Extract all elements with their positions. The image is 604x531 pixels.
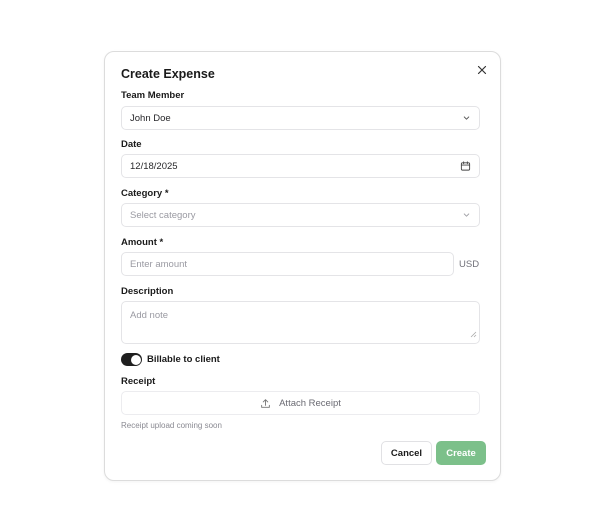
attach-receipt-label: Attach Receipt xyxy=(279,397,341,409)
dialog-title: Create Expense xyxy=(121,67,215,81)
description-label: Description xyxy=(121,286,174,297)
date-input[interactable]: 12/18/2025 xyxy=(121,154,480,178)
create-expense-dialog: Create Expense Team Member John Doe Date… xyxy=(104,51,501,481)
chevron-down-icon xyxy=(462,114,471,123)
create-button[interactable]: Create xyxy=(436,441,486,465)
date-label: Date xyxy=(121,139,142,150)
resize-handle-icon[interactable] xyxy=(470,330,477,341)
billable-label: Billable to client xyxy=(147,354,220,365)
receipt-hint: Receipt upload coming soon xyxy=(121,421,222,430)
amount-label: Amount * xyxy=(121,237,164,248)
chevron-down-icon xyxy=(462,211,471,220)
calendar-icon[interactable] xyxy=(460,161,471,172)
amount-input[interactable]: Enter amount xyxy=(121,252,454,276)
team-member-label: Team Member xyxy=(121,90,185,101)
category-placeholder: Select category xyxy=(130,209,196,221)
team-member-value: John Doe xyxy=(130,112,171,124)
description-placeholder: Add note xyxy=(130,310,169,321)
billable-toggle[interactable] xyxy=(121,353,142,366)
team-member-select[interactable]: John Doe xyxy=(121,106,480,130)
attach-receipt-button[interactable]: Attach Receipt xyxy=(121,391,480,415)
date-value: 12/18/2025 xyxy=(130,160,178,172)
toggle-knob xyxy=(130,354,141,365)
receipt-label: Receipt xyxy=(121,376,156,387)
close-icon[interactable] xyxy=(475,63,489,77)
cancel-button[interactable]: Cancel xyxy=(381,441,432,465)
upload-icon xyxy=(260,398,271,409)
category-select[interactable]: Select category xyxy=(121,203,480,227)
description-textarea[interactable]: Add note xyxy=(121,301,480,344)
currency-label: USD xyxy=(459,259,480,270)
amount-placeholder: Enter amount xyxy=(130,258,188,270)
category-label: Category * xyxy=(121,188,169,199)
